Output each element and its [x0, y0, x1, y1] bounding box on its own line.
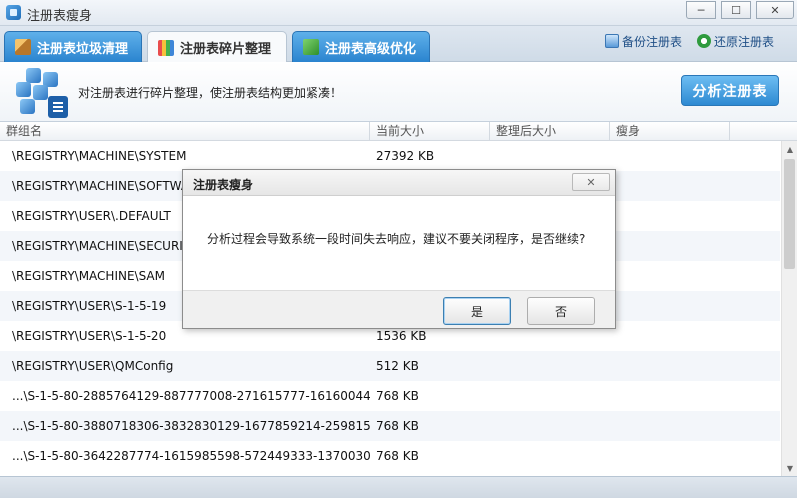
yes-button[interactable]: 是: [443, 297, 511, 325]
current-size-cell: 768 KB: [376, 449, 419, 463]
scroll-up-icon[interactable]: ▲: [782, 141, 797, 157]
bar-chart-icon: [158, 39, 174, 56]
info-message: 对注册表进行碎片整理，使注册表结构更加紧凑！: [78, 86, 343, 100]
dialog-title-bar: 注册表瘦身 ✕: [183, 170, 615, 196]
table-row[interactable]: \REGISTRY\MACHINE\SYSTEM 27392 KB: [0, 141, 780, 171]
tab-label: 注册表垃圾清理: [37, 41, 129, 57]
backup-icon: [605, 34, 619, 48]
window-title: 注册表瘦身: [27, 9, 93, 24]
column-header-slim[interactable]: 瘦身: [610, 122, 730, 141]
group-name-cell: \REGISTRY\USER\QMConfig: [12, 359, 174, 373]
tab-registry-advanced[interactable]: 注册表高级优化: [292, 31, 430, 62]
title-bar: 注册表瘦身 ─ ☐ ✕: [0, 0, 797, 26]
restore-registry-link[interactable]: 还原注册表: [697, 32, 774, 50]
maximize-button[interactable]: ☐: [721, 1, 751, 19]
table-row[interactable]: ...\S-1-5-80-2885764129-887777008-271615…: [0, 381, 780, 411]
group-name-cell: ...\S-1-5-80-3880718306-3832830129-16778…: [12, 419, 370, 433]
registry-cube-icon: [12, 68, 70, 118]
broom-icon: [15, 39, 31, 55]
info-bar: 对注册表进行碎片整理，使注册表结构更加紧凑！ 分析注册表: [0, 62, 797, 122]
tab-label: 注册表高级优化: [325, 41, 417, 57]
growth-chart-icon: [303, 39, 319, 55]
tab-bar: 注册表垃圾清理 注册表碎片整理 注册表高级优化 备份注册表 还原注册表: [0, 26, 797, 63]
scroll-down-icon[interactable]: ▼: [782, 460, 797, 476]
table-row[interactable]: ...\S-1-5-80-3642287774-1615985598-57244…: [0, 441, 780, 471]
app-logo-icon: [6, 5, 21, 20]
backup-registry-link[interactable]: 备份注册表: [605, 32, 682, 50]
status-bar: [0, 476, 797, 498]
restore-label: 还原注册表: [714, 34, 775, 49]
scroll-thumb[interactable]: [784, 159, 795, 269]
close-button[interactable]: ✕: [756, 1, 794, 19]
column-header-current-size[interactable]: 当前大小: [370, 122, 490, 141]
confirm-dialog: 注册表瘦身 ✕ 分析过程会导致系统一段时间失去响应，建议不要关闭程序，是否继续?…: [182, 169, 616, 329]
table-row[interactable]: \REGISTRY\USER\QMConfig 512 KB: [0, 351, 780, 381]
analyze-registry-button[interactable]: 分析注册表: [681, 75, 779, 106]
current-size-cell: 27392 KB: [376, 149, 435, 163]
group-name-cell: ...\S-1-5-80-3642287774-1615985598-57244…: [12, 449, 370, 463]
tab-registry-defrag[interactable]: 注册表碎片整理: [147, 31, 287, 63]
column-header-size-after[interactable]: 整理后大小: [490, 122, 610, 141]
tab-registry-cleanup[interactable]: 注册表垃圾清理: [4, 31, 142, 62]
table-row[interactable]: ...\S-1-5-80-3880718306-3832830129-16778…: [0, 411, 780, 441]
current-size-cell: 768 KB: [376, 419, 419, 433]
dialog-title: 注册表瘦身: [193, 178, 254, 192]
table-header: 群组名 当前大小 整理后大小 瘦身: [0, 122, 797, 141]
backup-label: 备份注册表: [622, 34, 683, 49]
current-size-cell: 512 KB: [376, 359, 419, 373]
dialog-close-button[interactable]: ✕: [572, 173, 610, 191]
current-size-cell: 768 KB: [376, 389, 419, 403]
minimize-button[interactable]: ─: [686, 1, 716, 19]
vertical-scrollbar[interactable]: ▲ ▼: [781, 141, 797, 476]
dialog-message: 分析过程会导致系统一段时间失去响应，建议不要关闭程序，是否继续?: [207, 232, 586, 246]
tab-label: 注册表碎片整理: [180, 42, 272, 57]
column-header-group-name[interactable]: 群组名: [0, 122, 370, 141]
no-button[interactable]: 否: [527, 297, 595, 325]
restore-icon: [697, 34, 711, 48]
dialog-footer: 是 否: [183, 290, 615, 328]
group-name-cell: ...\S-1-5-80-2885764129-887777008-271615…: [12, 389, 370, 403]
group-name-cell: \REGISTRY\MACHINE\SYSTEM: [12, 149, 187, 163]
